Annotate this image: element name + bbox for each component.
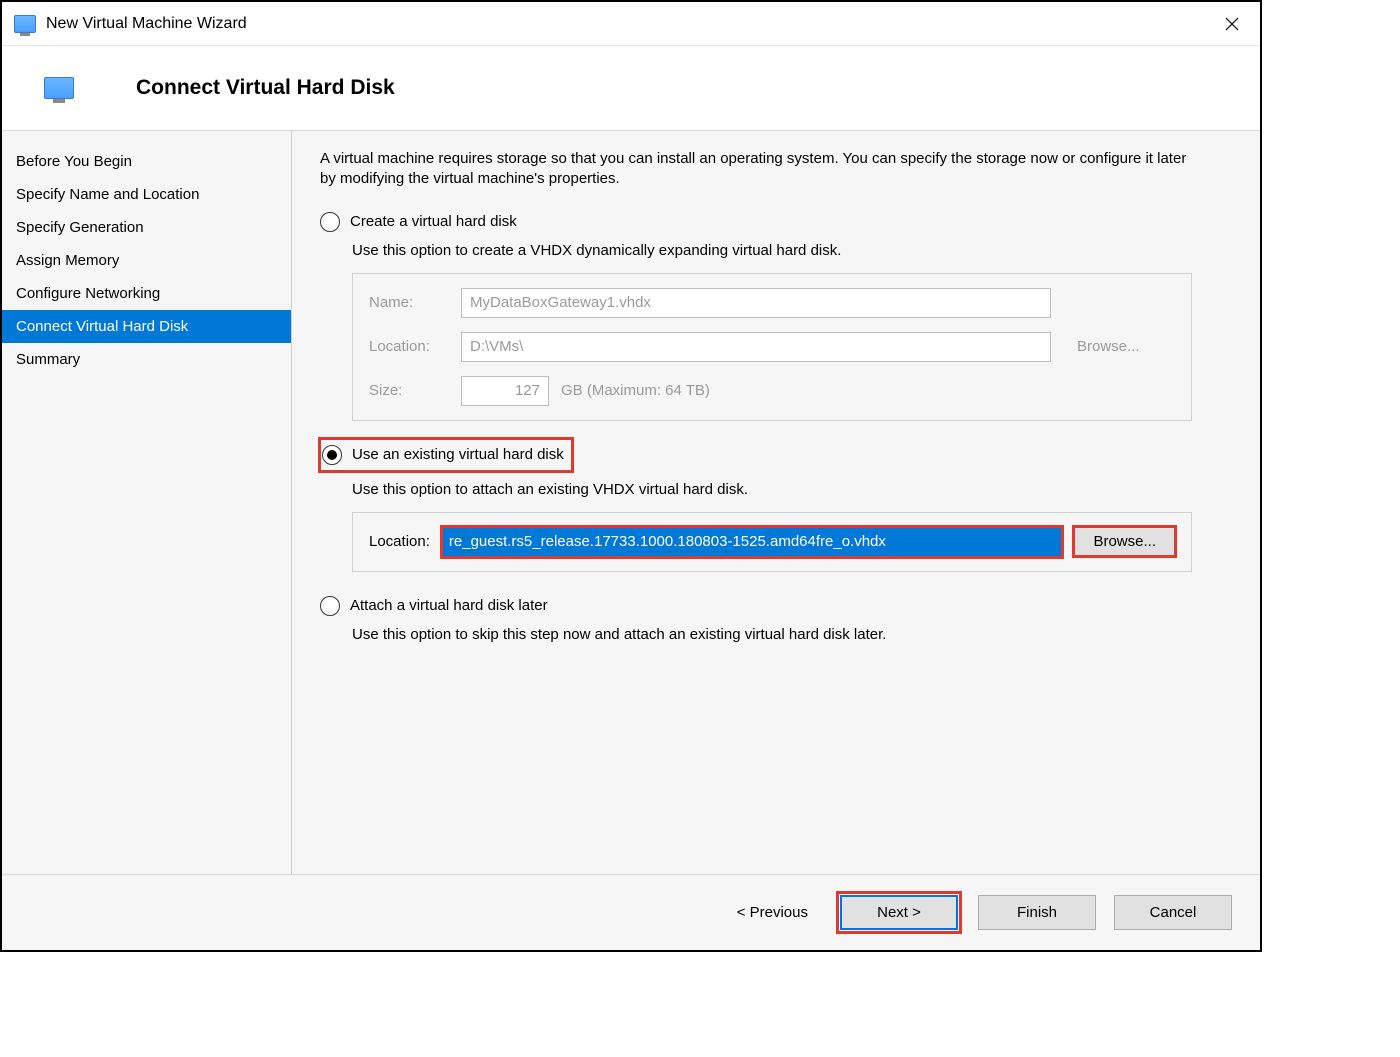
close-icon	[1225, 17, 1239, 31]
option-later-subtitle: Use this option to skip this step now an…	[352, 626, 1232, 643]
radio-attach-later[interactable]	[320, 596, 340, 616]
cancel-button[interactable]: Cancel	[1114, 895, 1232, 930]
name-label: Name:	[369, 294, 449, 311]
existing-location-input[interactable]: re_guest.rs5_release.17733.1000.180803-1…	[442, 527, 1063, 557]
size-input: 127	[461, 376, 549, 406]
option-create-header[interactable]: Create a virtual hard disk	[320, 212, 1232, 232]
browse-create-disabled: Browse...	[1077, 338, 1140, 355]
radio-create-disk[interactable]	[320, 212, 340, 232]
option-existing-subtitle: Use this option to attach an existing VH…	[352, 481, 1232, 498]
next-button-wrap: Next >	[838, 893, 960, 932]
size-label: Size:	[369, 382, 449, 399]
name-input: MyDataBoxGateway1.vhdx	[461, 288, 1051, 318]
option-later-header[interactable]: Attach a virtual hard disk later	[320, 596, 1232, 616]
wizard-body: Before You Begin Specify Name and Locati…	[2, 131, 1260, 874]
sidebar-item-before-you-begin[interactable]: Before You Begin	[2, 145, 291, 178]
sidebar-item-configure-networking[interactable]: Configure Networking	[2, 277, 291, 310]
location-input: D:\VMs\	[461, 332, 1051, 362]
wizard-footer: < Previous Next > Finish Cancel	[2, 874, 1260, 950]
option-existing-header[interactable]: Use an existing virtual hard disk	[320, 439, 572, 471]
option-existing-title: Use an existing virtual hard disk	[352, 446, 564, 463]
option-later-title: Attach a virtual hard disk later	[350, 597, 548, 614]
sidebar-item-connect-virtual-hard-disk[interactable]: Connect Virtual Hard Disk	[2, 310, 291, 343]
radio-existing-disk[interactable]	[322, 445, 342, 465]
size-unit: GB (Maximum: 64 TB)	[561, 382, 710, 399]
page-description: A virtual machine requires storage so th…	[320, 149, 1200, 190]
window-title: New Virtual Machine Wizard	[46, 15, 1202, 33]
wizard-main: A virtual machine requires storage so th…	[292, 131, 1260, 874]
next-button[interactable]: Next >	[840, 895, 958, 930]
sidebar-item-summary[interactable]: Summary	[2, 343, 291, 376]
close-button[interactable]	[1212, 4, 1252, 44]
existing-disk-fields: Location: re_guest.rs5_release.17733.100…	[352, 512, 1192, 572]
previous-button[interactable]: < Previous	[737, 904, 808, 921]
monitor-icon	[44, 77, 74, 99]
option-existing-disk: Use an existing virtual hard disk Use th…	[320, 439, 1232, 572]
option-create-subtitle: Use this option to create a VHDX dynamic…	[352, 242, 1232, 259]
wizard-header: Connect Virtual Hard Disk	[2, 46, 1260, 131]
create-disk-fields: Name: MyDataBoxGateway1.vhdx Location: D…	[352, 273, 1192, 421]
option-create-title: Create a virtual hard disk	[350, 213, 517, 230]
wizard-steps-sidebar: Before You Begin Specify Name and Locati…	[2, 131, 292, 874]
option-attach-later: Attach a virtual hard disk later Use thi…	[320, 596, 1232, 643]
option-create-disk: Create a virtual hard disk Use this opti…	[320, 212, 1232, 421]
browse-existing-wrap: Browse...	[1074, 527, 1175, 556]
sidebar-item-specify-generation[interactable]: Specify Generation	[2, 211, 291, 244]
sidebar-item-assign-memory[interactable]: Assign Memory	[2, 244, 291, 277]
titlebar: New Virtual Machine Wizard	[2, 2, 1260, 46]
location-label: Location:	[369, 338, 449, 355]
monitor-icon	[14, 15, 36, 33]
sidebar-item-specify-name-location[interactable]: Specify Name and Location	[2, 178, 291, 211]
page-title: Connect Virtual Hard Disk	[136, 76, 395, 100]
existing-location-label: Location:	[369, 533, 430, 550]
browse-existing-button[interactable]: Browse...	[1074, 527, 1175, 556]
existing-location-input-wrap: re_guest.rs5_release.17733.1000.180803-1…	[442, 527, 1063, 557]
finish-button[interactable]: Finish	[978, 895, 1096, 930]
